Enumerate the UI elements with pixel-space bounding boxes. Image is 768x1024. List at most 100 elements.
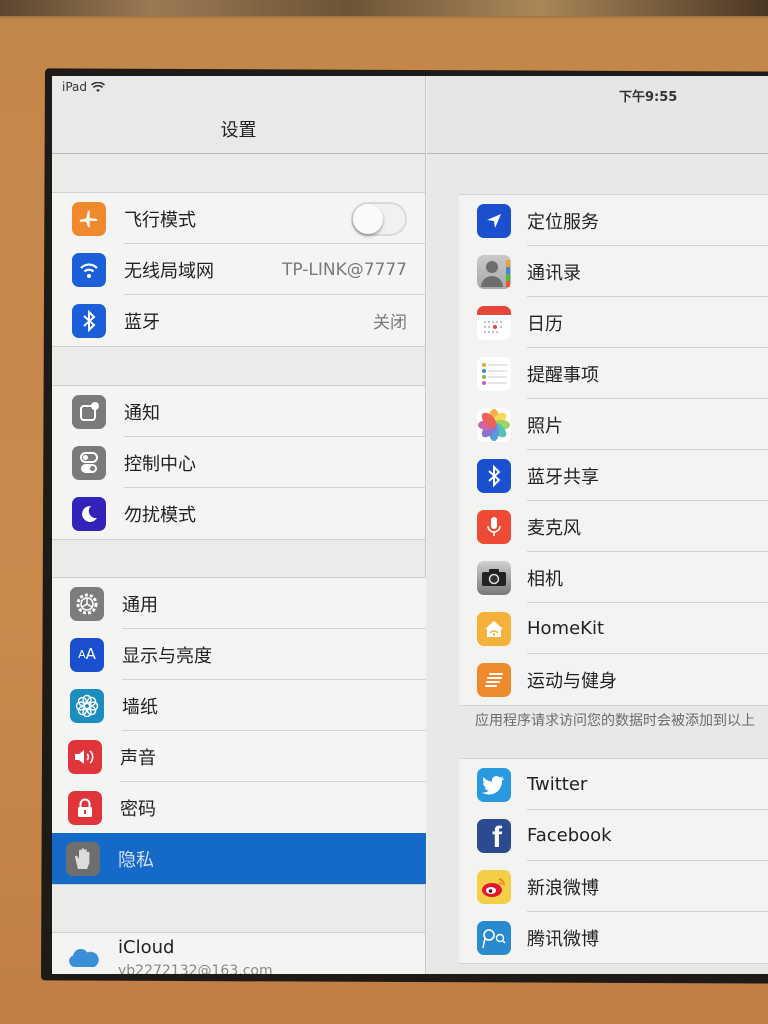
twitter-bird-icon <box>477 767 511 802</box>
device-name: iPad <box>62 80 88 94</box>
privacy-item-microphone[interactable]: 麦克风 <box>459 501 768 552</box>
hand-icon <box>66 841 100 876</box>
motion-icon <box>477 662 511 697</box>
icloud-label: iCloud <box>118 937 175 958</box>
privacy-item-homekit[interactable]: HomeKit <box>459 603 768 654</box>
home-icon <box>477 611 511 646</box>
privacy-item-label: Facebook <box>527 825 612 846</box>
settings-item-airplane-mode[interactable]: 飞行模式 <box>52 193 425 244</box>
cloud-icon <box>66 941 100 974</box>
privacy-item-location-services[interactable]: 定位服务 <box>459 195 768 246</box>
notifications-group: 通知 控制中心 勿扰模式 <box>52 385 425 540</box>
social-accounts-group: Twitter f Facebook 新浪微博 腾讯微博 <box>459 758 768 964</box>
tencent-weibo-icon <box>477 920 511 955</box>
privacy-item-label: 新浪微博 <box>527 877 599 899</box>
privacy-item-label: 麦克风 <box>527 517 581 539</box>
weibo-icon <box>477 869 511 904</box>
privacy-item-label: 相机 <box>527 568 563 590</box>
privacy-detail-pane: 下午9:55 定位服务 通讯录 日历 提醒事项 照片 蓝牙共享 麦克风 相机 H… <box>427 76 768 974</box>
gear-icon <box>70 586 104 621</box>
wifi-icon <box>72 252 106 287</box>
privacy-item-label: 日历 <box>527 313 563 335</box>
privacy-item-motion-fitness[interactable]: 运动与健身 <box>459 654 768 705</box>
settings-item-control-center[interactable]: 控制中心 <box>52 437 425 488</box>
privacy-item-sina-weibo[interactable]: 新浪微博 <box>459 861 768 912</box>
settings-item-bluetooth[interactable]: 蓝牙 关闭 <box>52 295 425 346</box>
privacy-item-label: 运动与健身 <box>527 670 617 692</box>
wifi-icon <box>91 81 106 93</box>
privacy-item-label: HomeKit <box>527 618 605 639</box>
settings-item-label: 勿扰模式 <box>124 504 196 526</box>
privacy-item-label: Twitter <box>527 774 588 795</box>
lock-icon <box>68 790 102 825</box>
privacy-item-calendar[interactable]: 日历 <box>459 297 768 348</box>
settings-item-label: 控制中心 <box>124 453 196 475</box>
settings-item-passcode[interactable]: 密码 <box>52 782 426 833</box>
privacy-item-contacts[interactable]: 通讯录 <box>459 246 768 297</box>
settings-item-display-brightness[interactable]: AA 显示与亮度 <box>52 629 426 680</box>
privacy-item-facebook[interactable]: f Facebook <box>459 810 768 861</box>
bluetooth-status-value: 关闭 <box>373 313 407 333</box>
settings-item-label: 显示与亮度 <box>122 645 212 667</box>
airplane-icon <box>72 201 106 236</box>
privacy-item-label: 定位服务 <box>527 211 599 233</box>
accounts-group: iCloud yb2272132@163.com <box>52 932 425 974</box>
general-group: 通用 AA 显示与亮度 墙纸 声音 密码 隐私 <box>52 577 426 885</box>
status-bar-left: iPad <box>62 80 106 94</box>
airplane-mode-toggle[interactable] <box>351 201 407 236</box>
connectivity-group: 飞行模式 无线局域网 TP-LINK@7777 蓝牙 关闭 <box>52 192 425 347</box>
detail-nav-bar: 下午9:55 <box>427 76 768 154</box>
settings-item-label: 通知 <box>124 402 160 424</box>
privacy-item-label: 蓝牙共享 <box>527 466 599 488</box>
settings-item-privacy[interactable]: 隐私 <box>52 833 426 884</box>
master-nav-bar: iPad 设置 <box>52 76 425 154</box>
moon-icon <box>72 496 106 531</box>
settings-item-sounds[interactable]: 声音 <box>52 731 426 782</box>
privacy-item-twitter[interactable]: Twitter <box>459 759 768 810</box>
toggle-knob <box>353 203 383 234</box>
settings-item-general[interactable]: 通用 <box>52 578 426 629</box>
privacy-item-photos[interactable]: 照片 <box>459 399 768 450</box>
background-shelf <box>0 0 768 16</box>
settings-item-label: 声音 <box>120 747 156 769</box>
control-center-icon <box>72 445 106 480</box>
settings-master-pane: iPad 设置 飞行模式 无线局域网 TP-LINK@7777 蓝牙 关闭 通知… <box>52 76 426 974</box>
privacy-items-group: 定位服务 通讯录 日历 提醒事项 照片 蓝牙共享 麦克风 相机 HomeKit … <box>459 194 768 706</box>
bluetooth-icon <box>72 303 106 338</box>
settings-item-label: 密码 <box>120 798 156 820</box>
camera-icon <box>477 560 511 595</box>
privacy-item-reminders[interactable]: 提醒事项 <box>459 348 768 399</box>
ipad-screen: iPad 设置 飞行模式 无线局域网 TP-LINK@7777 蓝牙 关闭 通知… <box>52 76 768 974</box>
status-bar-time: 下午9:55 <box>619 90 678 105</box>
settings-item-label: 通用 <box>122 594 158 616</box>
privacy-item-label: 腾讯微博 <box>527 928 599 950</box>
settings-item-label: 蓝牙 <box>124 311 160 333</box>
notification-icon <box>72 394 106 429</box>
wlan-network-value: TP-LINK@7777 <box>281 259 407 280</box>
bluetooth-icon <box>477 458 511 493</box>
page-title: 设置 <box>220 120 257 141</box>
privacy-item-bluetooth-sharing[interactable]: 蓝牙共享 <box>459 450 768 501</box>
settings-item-wallpaper[interactable]: 墙纸 <box>52 680 426 731</box>
text-size-icon: AA <box>70 637 104 672</box>
settings-item-icloud[interactable]: iCloud yb2272132@163.com <box>52 933 425 974</box>
contacts-icon <box>477 254 511 289</box>
wallpaper-flower-icon <box>70 688 104 723</box>
settings-item-wlan[interactable]: 无线局域网 TP-LINK@7777 <box>52 244 425 295</box>
microphone-icon <box>477 509 511 544</box>
privacy-item-label: 照片 <box>527 415 563 437</box>
settings-item-label: 墙纸 <box>122 696 158 718</box>
privacy-footer-note: 应用程序请求访问您的数据时会被添加到以上 <box>475 713 755 729</box>
photos-icon <box>477 407 511 442</box>
settings-item-do-not-disturb[interactable]: 勿扰模式 <box>52 488 425 539</box>
privacy-item-label: 提醒事项 <box>527 364 599 386</box>
settings-item-label: 无线局域网 <box>124 260 214 282</box>
privacy-item-tencent-weibo[interactable]: 腾讯微博 <box>459 912 768 963</box>
settings-item-label: 隐私 <box>118 849 154 871</box>
settings-item-label: 飞行模式 <box>124 209 196 231</box>
privacy-item-camera[interactable]: 相机 <box>459 552 768 603</box>
settings-item-notifications[interactable]: 通知 <box>52 386 425 437</box>
reminders-icon <box>477 356 511 391</box>
privacy-item-label: 通讯录 <box>527 262 581 284</box>
location-arrow-icon <box>477 203 511 238</box>
